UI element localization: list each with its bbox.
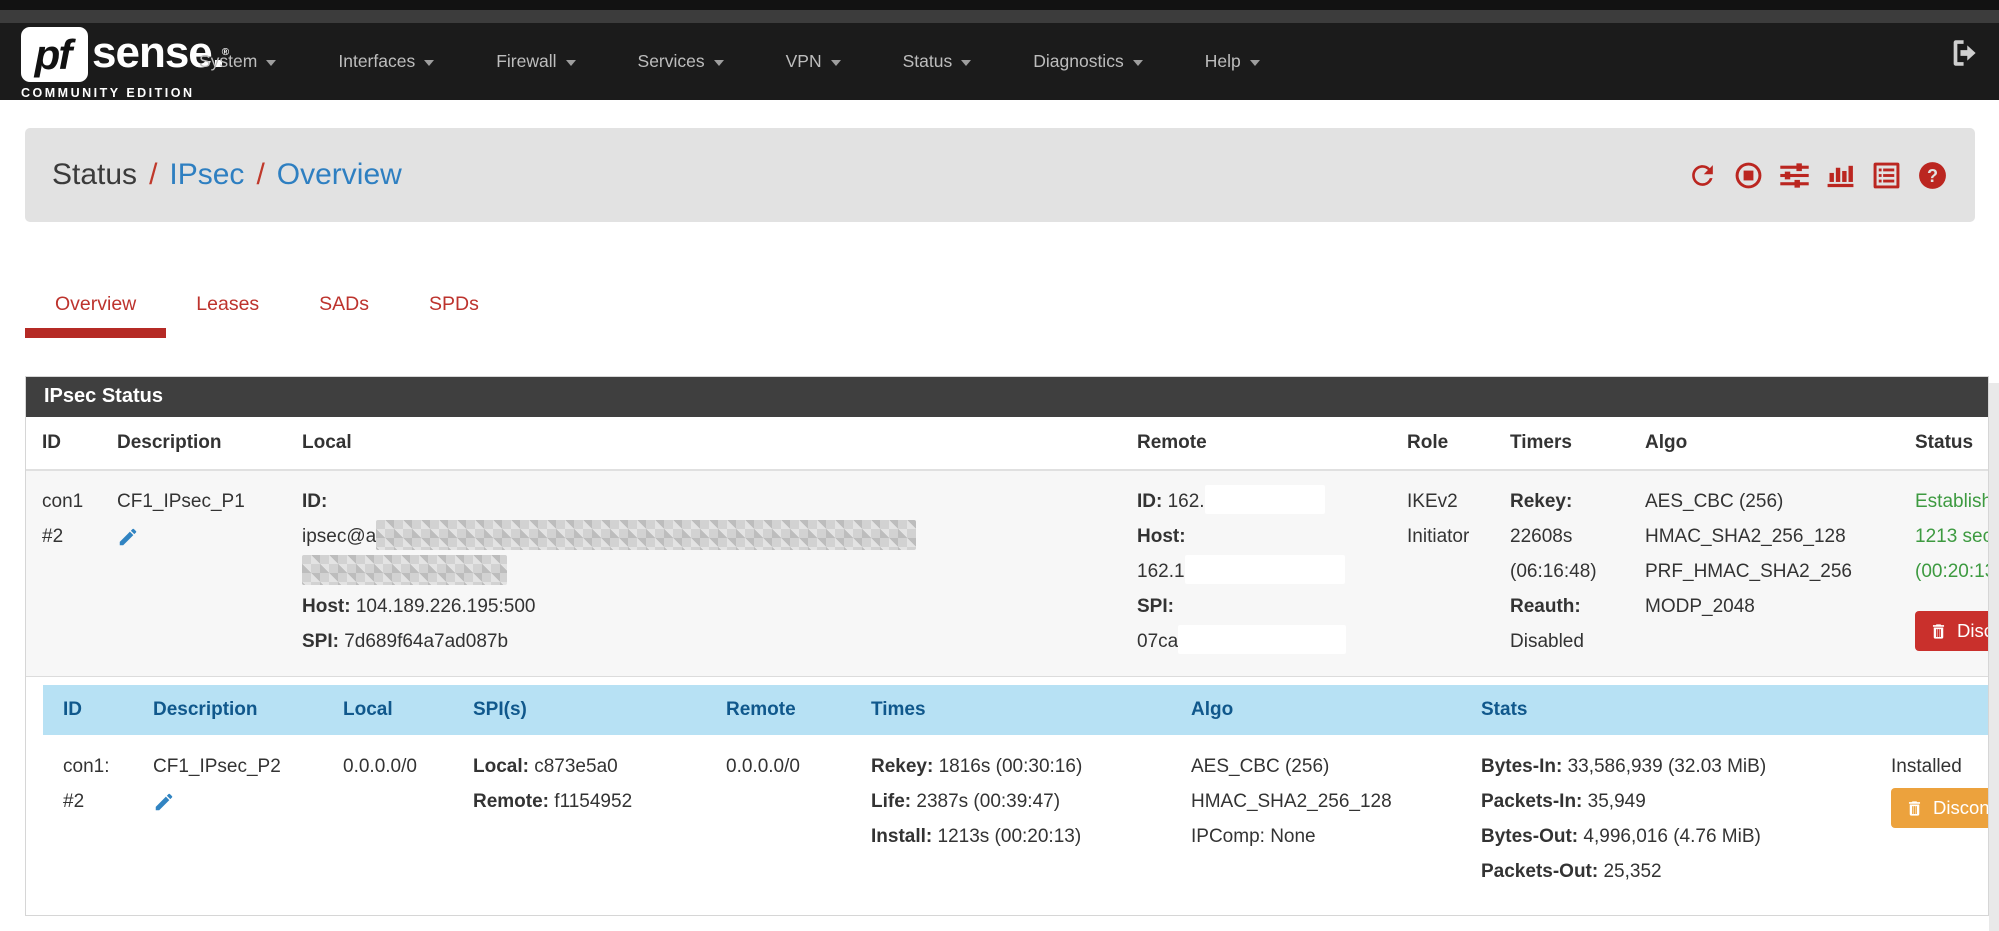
child-col-header-local: Local (323, 685, 453, 735)
cell-status: Installed Disconnect (1871, 735, 1988, 915)
child-col-header-algo: Algo (1171, 685, 1461, 735)
menu-item-vpn[interactable]: VPN (755, 41, 872, 82)
cell-status: Established 1213 seconds (00:20:13) Disc… (1899, 470, 1988, 676)
child-col-header-spis: SPI(s) (453, 685, 706, 735)
redaction-whitebox (1205, 485, 1325, 514)
cell-local: 0.0.0.0/0 (323, 735, 453, 915)
menu-item-status[interactable]: Status (872, 41, 1003, 82)
col-header-status: Status (1899, 417, 1988, 470)
scrollbar-gutter[interactable] (1989, 383, 1999, 931)
col-header-remote: Remote (1121, 417, 1391, 470)
edit-pencil-icon[interactable] (117, 525, 139, 547)
chevron-down-icon (1250, 60, 1260, 66)
menu-item-system[interactable]: System (168, 41, 307, 82)
cell-algo: AES_CBC (256) HMAC_SHA2_256_128 PRF_HMAC… (1629, 470, 1899, 676)
child-sa-table: ID Description Local SPI(s) Remote Times… (43, 685, 1988, 915)
cell-description: CF1_IPsec_P1 (101, 470, 286, 676)
child-table-header-row: ID Description Local SPI(s) Remote Times… (43, 685, 1988, 735)
redaction-whitebox (1178, 625, 1346, 654)
sliders-icon[interactable] (1779, 160, 1810, 191)
redaction-mosaic (302, 555, 507, 585)
menu-item-help[interactable]: Help (1174, 41, 1291, 82)
chevron-down-icon (831, 60, 841, 66)
col-header-role: Role (1391, 417, 1494, 470)
status-installed-text: Installed (1891, 749, 1988, 784)
breadcrumb-bar: Status / IPsec / Overview ? (25, 128, 1975, 222)
ipsec-status-panel: IPsec Status ID Description Local Remote… (25, 376, 1989, 916)
tab-overview[interactable]: Overview (25, 280, 166, 338)
panel-title: IPsec Status (26, 377, 1988, 417)
child-col-header-remote: Remote (706, 685, 851, 735)
ipsec-status-table: ID Description Local Remote Role Timers … (26, 417, 1988, 676)
breadcrumb-link-overview[interactable]: Overview (277, 158, 402, 192)
cell-remote: 0.0.0.0/0 (706, 735, 851, 915)
col-header-timers: Timers (1494, 417, 1629, 470)
menu-item-services[interactable]: Services (607, 41, 755, 82)
child-col-header-id: ID (43, 685, 133, 735)
child-col-header-description: Description (133, 685, 323, 735)
svg-text:?: ? (1927, 165, 1938, 185)
trash-icon (1929, 622, 1948, 641)
cell-timers: Rekey: 22608s (06:16:48) Reauth: Disable… (1494, 470, 1629, 676)
chevron-down-icon (424, 60, 434, 66)
chevron-down-icon (961, 60, 971, 66)
refresh-icon[interactable] (1687, 160, 1718, 191)
breadcrumb-separator: / (149, 158, 157, 192)
cell-spis: Local: c873e5a0 Remote: f1154952 (453, 735, 706, 915)
tab-leases[interactable]: Leases (166, 280, 289, 338)
child-entries-block: ID Description Local SPI(s) Remote Times… (26, 676, 1988, 915)
breadcrumb-link-ipsec[interactable]: IPsec (169, 158, 244, 192)
chevron-down-icon (566, 60, 576, 66)
child-col-header-stats: Stats (1461, 685, 1871, 735)
cell-description: CF1_IPsec_P2 (133, 735, 323, 915)
status-tabs: Overview Leases SADs SPDs (25, 280, 1999, 338)
cell-id: con1 #2 (26, 470, 101, 676)
chevron-down-icon (266, 60, 276, 66)
col-header-description: Description (101, 417, 286, 470)
help-icon[interactable]: ? (1917, 160, 1948, 191)
menu-item-interfaces[interactable]: Interfaces (307, 41, 465, 82)
table-row: con1 #2 CF1_IPsec_P1 ID: ipsec@a Host: 1… (26, 470, 1988, 676)
disconnect-button[interactable]: Disconnect (1915, 611, 1988, 651)
logo-pf-box: pf (21, 27, 88, 82)
stop-circle-icon[interactable] (1733, 160, 1764, 191)
tab-spds[interactable]: SPDs (399, 280, 509, 338)
sign-out-icon[interactable] (1948, 36, 1982, 70)
child-col-header-actions (1871, 685, 1988, 735)
col-header-local: Local (286, 417, 1121, 470)
page-toolbar-icons: ? (1687, 160, 1948, 191)
menu-item-firewall[interactable]: Firewall (465, 41, 606, 82)
cell-id: con1: #2 (43, 735, 133, 915)
col-header-id: ID (26, 417, 101, 470)
trash-icon (1905, 799, 1924, 818)
chevron-down-icon (714, 60, 724, 66)
chevron-down-icon (1133, 60, 1143, 66)
navbar-top-band (0, 10, 1999, 23)
cell-local: ID: ipsec@a Host: 104.189.226.195:500 SP… (286, 470, 1121, 676)
breadcrumb: Status / IPsec / Overview (52, 158, 402, 192)
redaction-whitebox (1185, 555, 1345, 584)
col-header-algo: Algo (1629, 417, 1899, 470)
menu-item-diagnostics[interactable]: Diagnostics (1002, 41, 1173, 82)
bar-chart-icon[interactable] (1825, 160, 1856, 191)
navbar-top-line (0, 0, 1999, 10)
main-menu: System Interfaces Firewall Services VPN … (168, 23, 1291, 100)
cell-role: IKEv2 Initiator (1391, 470, 1494, 676)
cell-remote: ID: 162. Host: 162.1 SPI: 07ca (1121, 470, 1391, 676)
table-row: con1: #2 CF1_IPsec_P2 0.0.0.0/0 Local: c… (43, 735, 1988, 915)
edit-pencil-icon[interactable] (153, 790, 175, 812)
top-navbar: pf sense® COMMUNITY EDITION System Inter… (0, 0, 1999, 100)
disconnect-button[interactable]: Disconnect (1891, 788, 1988, 828)
log-list-icon[interactable] (1871, 160, 1902, 191)
main-table-header-row: ID Description Local Remote Role Timers … (26, 417, 1988, 470)
tab-sads[interactable]: SADs (289, 280, 399, 338)
status-established-text: Established 1213 seconds (00:20:13) (1915, 484, 1988, 589)
cell-stats: Bytes-In: 33,586,939 (32.03 MiB) Packets… (1461, 735, 1871, 915)
breadcrumb-separator: / (256, 158, 264, 192)
breadcrumb-section: Status (52, 158, 137, 192)
child-col-header-times: Times (851, 685, 1171, 735)
cell-algo: AES_CBC (256) HMAC_SHA2_256_128 IPComp: … (1171, 735, 1461, 915)
redaction-mosaic (376, 520, 916, 550)
cell-times: Rekey: 1816s (00:30:16) Life: 2387s (00:… (851, 735, 1171, 915)
